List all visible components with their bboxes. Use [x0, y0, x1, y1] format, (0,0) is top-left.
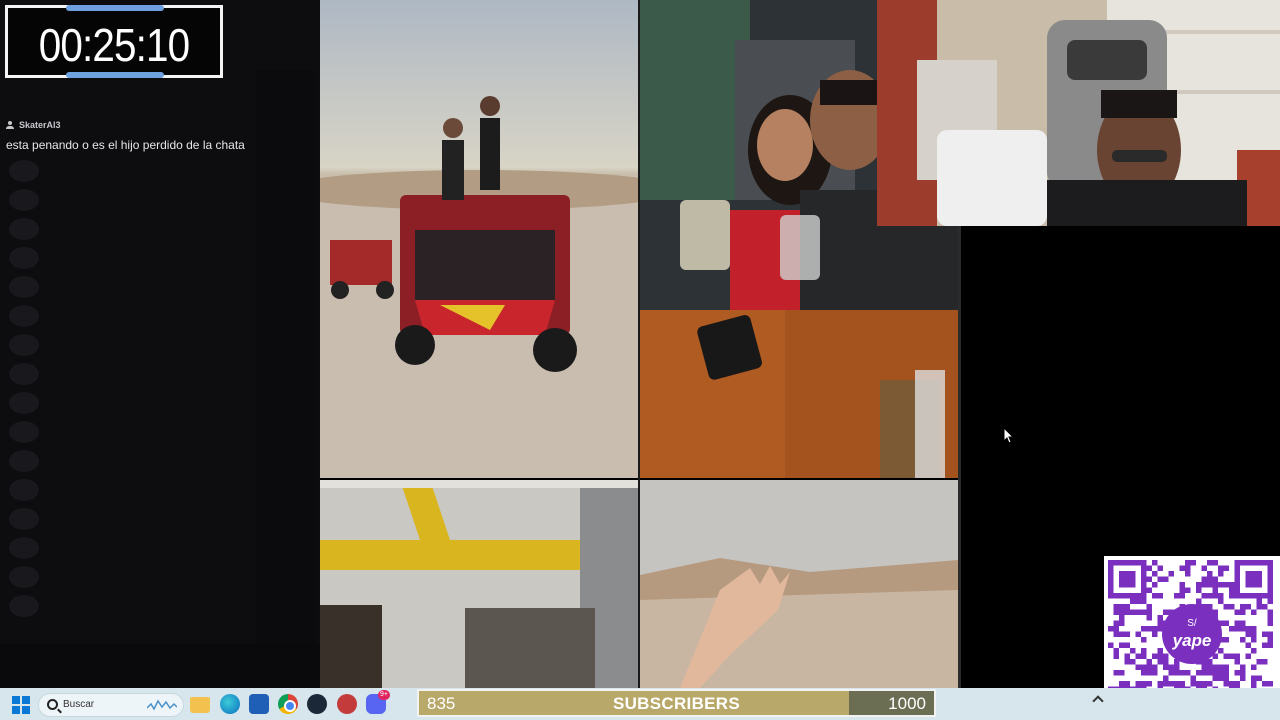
stream-timer: 00:25:10 [5, 5, 223, 78]
mouse-cursor-icon [1004, 428, 1015, 444]
search-highlight-icon [147, 699, 177, 711]
timer-text: 00:25:10 [38, 19, 190, 71]
chat-text: esta penando o es el hijo perdido de la … [6, 138, 245, 152]
subscriber-goal: 1000 [888, 694, 926, 713]
photo-gym [320, 480, 638, 688]
collage-edge [958, 226, 961, 688]
chat-username-row: SkaterAl3 [6, 120, 306, 130]
store-icon[interactable] [249, 694, 269, 714]
discord-notification-badge: 9+ [378, 690, 390, 700]
search-label: Buscar [63, 699, 95, 710]
subscriber-goal-bar: 835 SUBSCRIBERS 1000 [417, 689, 936, 717]
chat-username: SkaterAl3 [19, 120, 61, 130]
collage-divider [638, 0, 640, 688]
user-icon [6, 121, 14, 129]
search-icon [47, 699, 58, 710]
member-column [256, 70, 316, 670]
file-explorer-icon[interactable] [190, 697, 210, 713]
photo-dunes-wave [640, 480, 958, 688]
chrome-icon[interactable] [278, 694, 298, 714]
windows-start-icon[interactable] [12, 696, 30, 714]
app-icon[interactable] [337, 694, 357, 714]
photo-dune-buggy [320, 0, 638, 478]
discord-sidebar [0, 0, 320, 688]
yape-icon-text: S/ [1187, 618, 1197, 629]
chat-message: SkaterAl3 esta penando o es el hijo perd… [6, 120, 306, 152]
server-list [6, 160, 42, 680]
subscriber-label: SUBSCRIBERS [612, 694, 741, 713]
steam-icon[interactable] [307, 694, 327, 714]
user-panel [0, 644, 320, 688]
webcam-feed [877, 0, 1280, 226]
timer-accent-top [66, 5, 164, 11]
taskbar-search[interactable]: Buscar [38, 693, 184, 717]
edge-icon[interactable] [220, 694, 240, 714]
stream-overlay: 00:25:10 SkaterAl3 esta penando o es el … [0, 0, 1280, 720]
yape-brand-text: yape [1172, 631, 1212, 650]
timer-accent-bottom [66, 72, 164, 78]
